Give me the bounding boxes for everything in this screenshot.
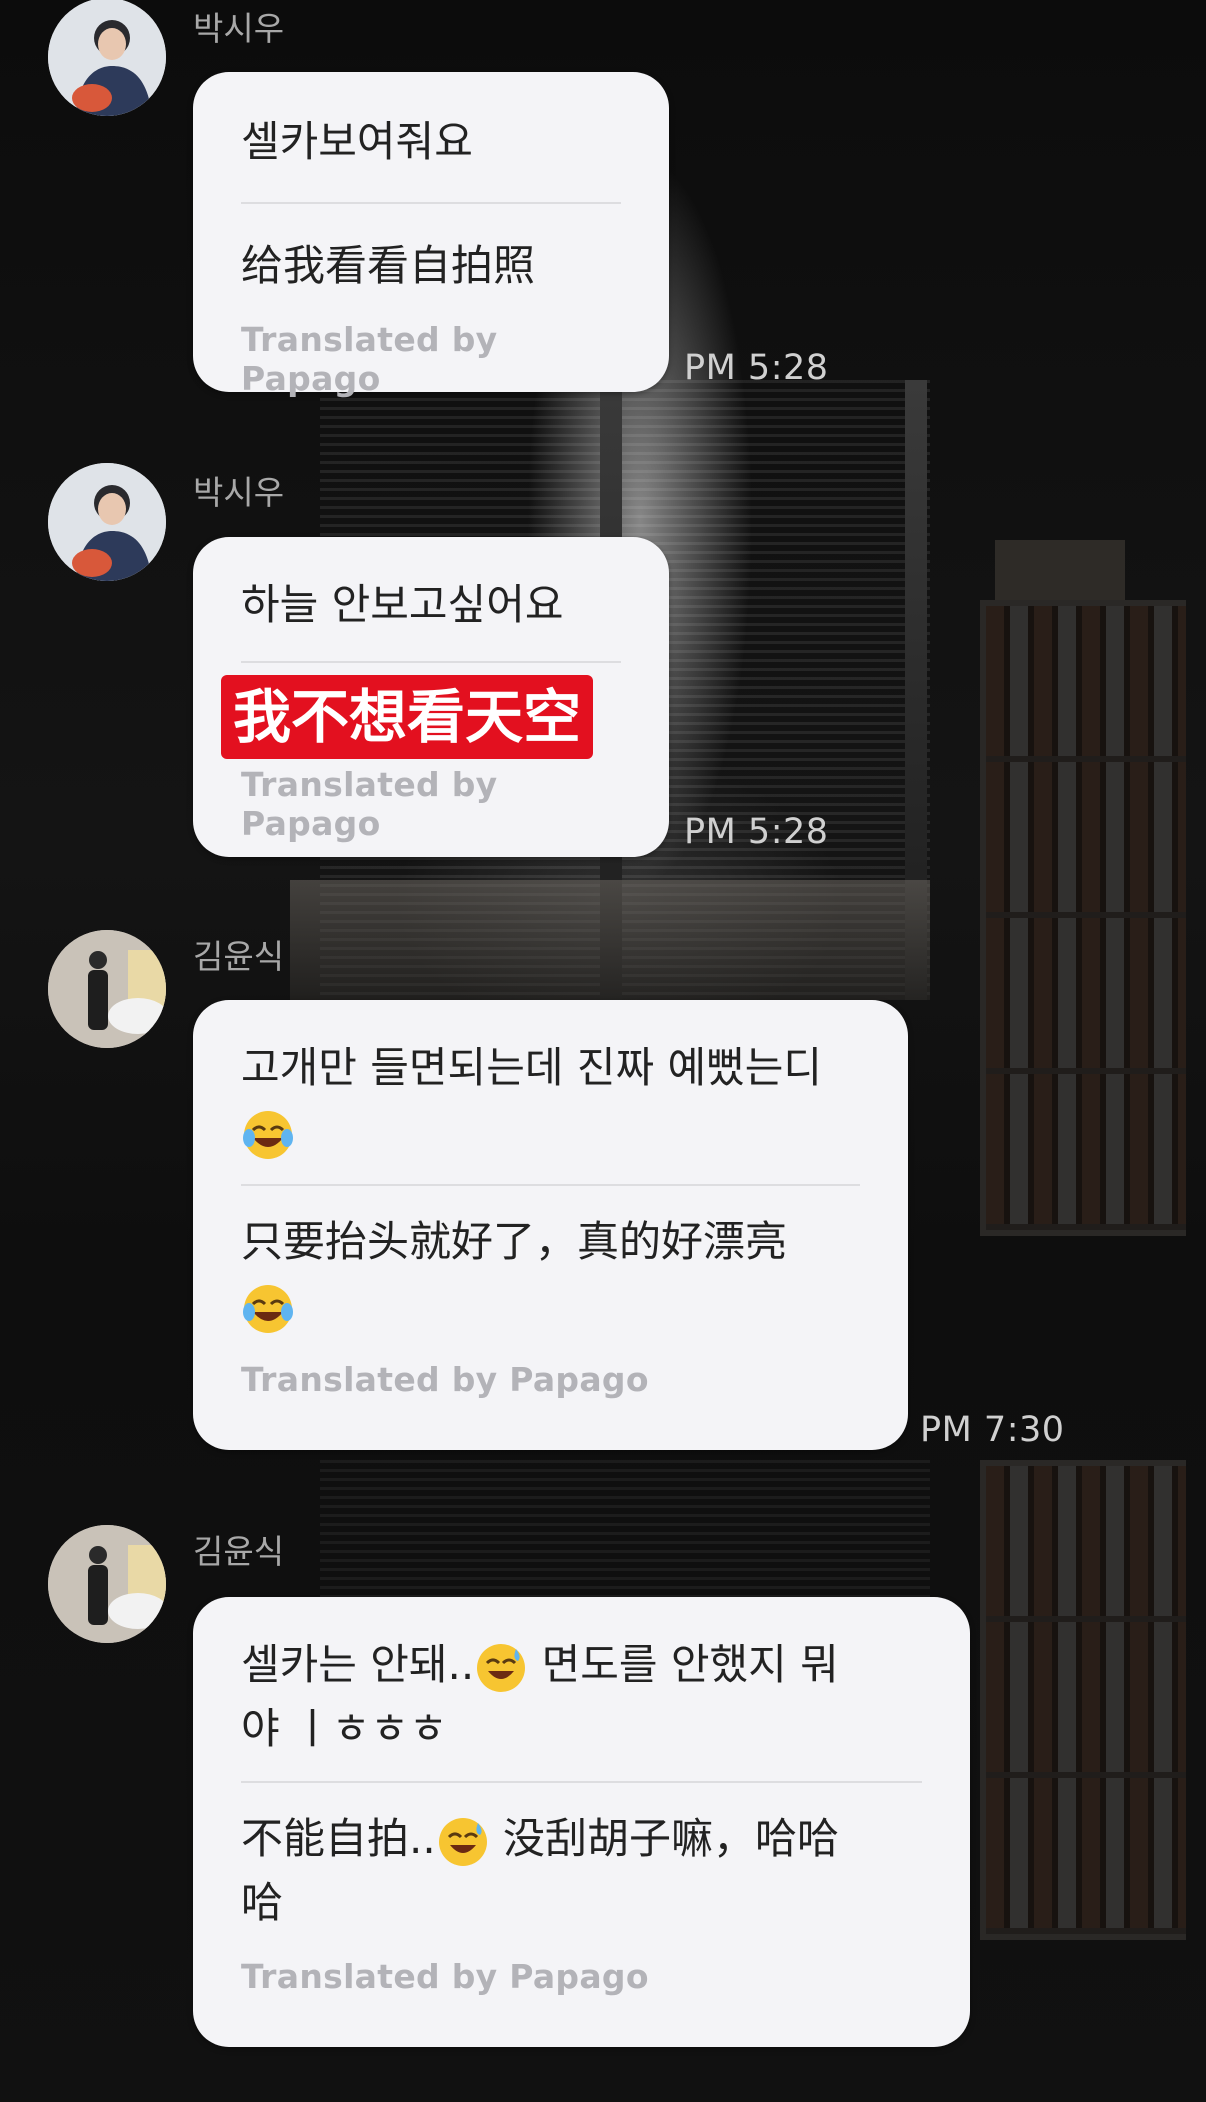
person-avatar-icon [48,463,166,581]
timestamp: PM 5:28 [684,812,829,852]
person-avatar-icon [48,1525,166,1643]
translated-part: 没刮胡子嘛，哈哈 [489,1814,840,1863]
translated-text: 给我看看自拍照 [241,241,536,290]
translation-credit: Translated by Papago [241,1957,649,1996]
original-line: 야 ㅣㅎㅎㅎ [241,1704,448,1753]
avatar[interactable] [48,463,166,581]
avatar[interactable] [48,1525,166,1643]
divider [241,202,621,204]
translation-credit: Translated by Papago [241,765,498,843]
translated-text: 只要抬头就好了，真的好漂亮 [241,1210,860,1338]
avatar[interactable] [48,0,166,116]
translated-line: 哈 [241,1878,284,1927]
translated-line: 只要抬头就好了，真的好漂亮 [241,1217,788,1266]
message-bubble[interactable]: 셀카는 안돼.. 면도를 안했지 뭐 야 ㅣㅎㅎㅎ 不能自拍.. 没刮胡子嘛，哈… [193,1597,970,2047]
bookshelf [980,1460,1186,1940]
original-text: 셀카보여줘요 [241,117,473,166]
desk-with-papers [290,880,930,1000]
bookshelf [980,600,1186,1236]
original-text: 하늘 안보고싶어요 [241,580,564,629]
tears-of-joy-emoji-icon [243,1284,293,1333]
translation-credit: Translated by Papago [241,1360,649,1399]
timestamp: PM 5:28 [684,348,829,388]
translation-credit: Translated by Papago [241,320,498,398]
original-part: 셀카는 안돼.. [241,1640,475,1689]
sender-name: 박시우 [193,473,285,512]
sender-name: 김윤식 [193,1532,285,1571]
translated-text: 不能自拍.. 没刮胡子嘛，哈哈 哈 [241,1807,922,1935]
translated-part: 不能自拍.. [241,1814,436,1863]
timestamp: PM 7:30 [920,1410,1065,1450]
message-bubble[interactable]: 고개만 들면되는데 진짜 예뻤는디 只要抬头就好了，真的好漂亮 Translat… [193,1000,908,1450]
original-line: 고개만 들면되는데 진짜 예뻤는디 [241,1043,823,1092]
shelf-box [995,540,1125,600]
original-text: 셀카는 안돼.. 면도를 안했지 뭐 야 ㅣㅎㅎㅎ [241,1633,922,1761]
highlighted-translation: 我不想看天空 [221,675,594,759]
original-text: 고개만 들면되는데 진짜 예뻤는디 [241,1036,860,1164]
sender-name: 김윤식 [193,937,285,976]
sweat-smile-emoji-icon [438,1817,487,1866]
avatar[interactable] [48,930,166,1048]
sweat-smile-emoji-icon [477,1643,526,1692]
tears-of-joy-emoji-icon [243,1110,293,1159]
original-part: 면도를 안했지 뭐 [528,1640,839,1689]
message-bubble[interactable]: 셀카보여줘요 给我看看自拍照 Translated by Papago [193,72,669,398]
divider [241,661,621,663]
sender-name: 박시우 [193,9,285,48]
person-avatar-icon [48,930,166,1048]
message-bubble[interactable]: 하늘 안보고싶어요 我不想看天空 Translated by Papago [193,537,669,857]
divider [241,1781,922,1783]
person-avatar-icon [48,0,166,116]
divider [241,1184,860,1186]
